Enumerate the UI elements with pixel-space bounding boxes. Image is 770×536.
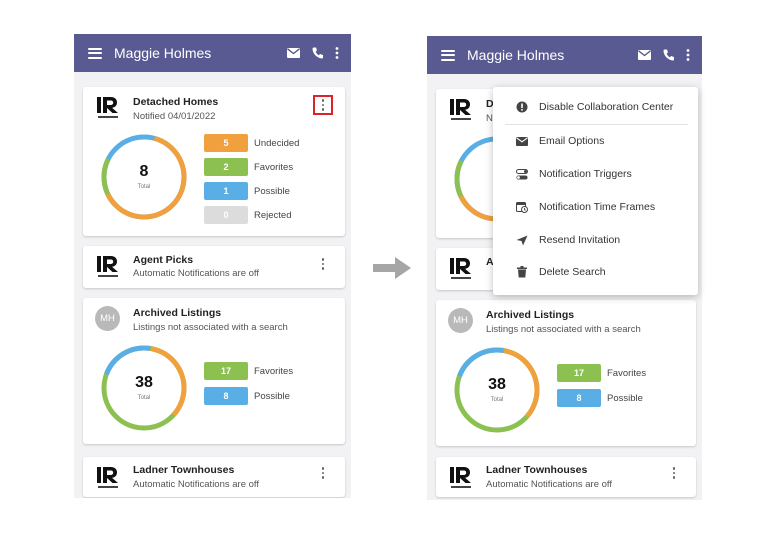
card-title: Agent Picks [133, 254, 194, 266]
card-subtitle: Listings not associated with a search [133, 322, 288, 333]
mail-icon[interactable] [638, 50, 651, 60]
stat-count: 17 [204, 362, 248, 380]
card-archived-listings[interactable]: MH Archived Listings Listings not associ… [436, 300, 696, 446]
calendar-clock-icon [516, 201, 528, 213]
donut-total: 38 [135, 374, 153, 391]
donut-total: 38 [488, 376, 506, 393]
stat-count: 1 [204, 182, 248, 200]
menu-item-label: Notification Time Frames [539, 201, 656, 213]
card-title: Ladner Townhouses [133, 464, 235, 476]
card-more-icon[interactable] [315, 256, 331, 272]
stat-count: 5 [204, 134, 248, 152]
search-card-ladner-townhouses[interactable]: Ladner Townhouses Automatic Notification… [83, 457, 345, 497]
brokerage-logo-icon [450, 258, 471, 279]
phone-icon[interactable] [312, 47, 323, 59]
toggle-icon [516, 168, 528, 180]
mail-icon [516, 135, 528, 147]
stat-undecided[interactable]: 5 Undecided [204, 134, 299, 152]
menu-item-label: Email Options [539, 135, 605, 147]
stat-label: Rejected [254, 209, 292, 221]
brokerage-logo-icon [450, 99, 471, 120]
card-more-icon[interactable] [666, 465, 682, 481]
left-screen: Maggie Holmes Detached Homes Notified 04… [74, 34, 351, 498]
brokerage-logo-icon [97, 97, 118, 118]
card-subtitle: Automatic Notifications are off [486, 479, 613, 490]
brokerage-logo-icon [97, 467, 118, 488]
menu-item-delete-search[interactable]: Delete Search [493, 262, 698, 282]
card-more-icon[interactable] [313, 95, 333, 115]
info-icon [516, 101, 528, 113]
listing-donut-chart: 38 Total [452, 345, 542, 435]
stat-favorites[interactable]: 17 Favorites [557, 364, 646, 382]
search-card-ladner-townhouses[interactable]: Ladner Townhouses Automatic Notification… [436, 457, 696, 497]
menu-item-disable-collaboration-center[interactable]: Disable Collaboration Center [493, 97, 698, 117]
stat-label: Possible [254, 390, 290, 402]
stat-count: 2 [204, 158, 248, 176]
avatar: MH [448, 308, 473, 333]
card-options-menu: Disable Collaboration Center Email Optio… [493, 87, 698, 295]
card-subtitle: Automatic Notifications are off [133, 479, 260, 490]
listing-donut-chart: 8 Total [99, 132, 189, 222]
donut-total: 8 [139, 163, 149, 180]
card-subtitle: N [486, 113, 493, 124]
menu-divider [505, 124, 688, 125]
stat-possible[interactable]: 1 Possible [204, 182, 290, 200]
trash-icon [516, 266, 528, 278]
menu-item-label: Delete Search [539, 266, 606, 278]
menu-item-label: Resend Invitation [539, 234, 621, 246]
card-title: Ladner Townhouses [486, 464, 588, 476]
menu-icon[interactable] [441, 49, 455, 61]
phone-icon[interactable] [663, 49, 674, 61]
menu-icon[interactable] [88, 47, 102, 59]
more-vert-icon[interactable] [686, 49, 690, 61]
stat-label: Favorites [607, 367, 647, 379]
donut-total-label: Total [137, 395, 151, 401]
arrow-right-icon [373, 257, 411, 279]
app-title: Maggie Holmes [114, 45, 212, 61]
listing-donut-chart: 38 Total [99, 343, 189, 433]
stat-favorites[interactable]: 2 Favorites [204, 158, 293, 176]
stat-favorites[interactable]: 17 Favorites [204, 362, 293, 380]
stat-label: Favorites [254, 365, 294, 377]
stat-possible[interactable]: 8 Possible [204, 387, 290, 405]
send-icon [516, 234, 528, 246]
stat-label: Undecided [254, 137, 300, 149]
donut-total-label: Total [137, 184, 151, 190]
more-vert-icon[interactable] [335, 47, 339, 59]
brokerage-logo-icon [97, 256, 118, 277]
app-bar: Maggie Holmes [427, 36, 702, 74]
app-bar: Maggie Holmes [74, 34, 351, 72]
search-card-detached-homes[interactable]: Detached Homes Notified 04/01/2022 8 Tot… [83, 87, 345, 236]
stat-count: 8 [204, 387, 248, 405]
card-subtitle: Listings not associated with a search [486, 324, 641, 335]
brokerage-logo-icon [450, 467, 471, 488]
stat-count: 0 [204, 206, 248, 224]
card-subtitle: Notified 04/01/2022 [133, 111, 216, 122]
card-archived-listings[interactable]: MH Archived Listings Listings not associ… [83, 298, 345, 444]
card-title: Detached Homes [133, 96, 219, 108]
card-title: Archived Listings [133, 307, 222, 319]
menu-item-email-options[interactable]: Email Options [493, 131, 698, 151]
stat-label: Favorites [254, 161, 294, 173]
mail-icon[interactable] [287, 48, 300, 58]
menu-item-notification-time-frames[interactable]: Notification Time Frames [493, 197, 698, 217]
menu-item-notification-triggers[interactable]: Notification Triggers [493, 164, 698, 184]
app-title: Maggie Holmes [467, 47, 565, 63]
menu-item-label: Disable Collaboration Center [539, 101, 674, 113]
avatar: MH [95, 306, 120, 331]
card-subtitle: Automatic Notifications are off [133, 268, 260, 279]
card-more-icon[interactable] [315, 465, 331, 481]
stat-rejected[interactable]: 0 Rejected [204, 206, 292, 224]
menu-item-label: Notification Triggers [539, 168, 632, 180]
stat-label: Possible [607, 392, 643, 404]
donut-total-label: Total [490, 397, 504, 403]
stat-count: 8 [557, 389, 601, 407]
stat-possible[interactable]: 8 Possible [557, 389, 643, 407]
stat-count: 17 [557, 364, 601, 382]
search-card-agent-picks[interactable]: Agent Picks Automatic Notifications are … [83, 246, 345, 288]
menu-item-resend-invitation[interactable]: Resend Invitation [493, 230, 698, 250]
card-title: Archived Listings [486, 309, 575, 321]
stat-label: Possible [254, 185, 290, 197]
